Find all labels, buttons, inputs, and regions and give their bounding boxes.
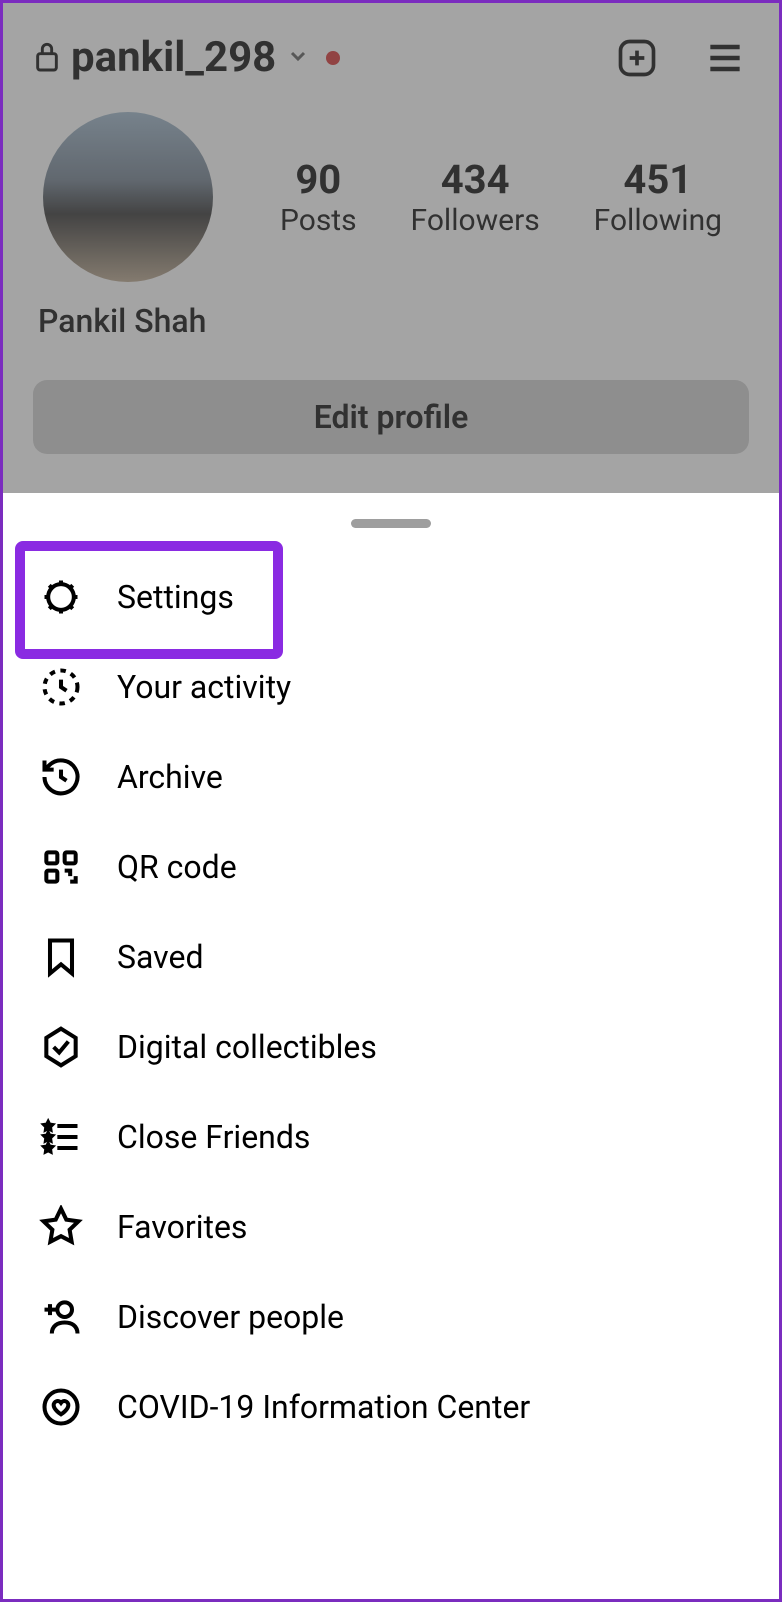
list-star-icon bbox=[39, 1115, 83, 1159]
star-icon bbox=[39, 1205, 83, 1249]
menu-favorites[interactable]: Favorites bbox=[3, 1182, 779, 1272]
add-person-icon bbox=[39, 1295, 83, 1339]
menu-your-activity[interactable]: Your activity bbox=[3, 642, 779, 732]
menu-qr-label: QR code bbox=[117, 848, 237, 886]
menu-close-friends-label: Close Friends bbox=[117, 1118, 310, 1156]
menu-digital-collectibles[interactable]: Digital collectibles bbox=[3, 1002, 779, 1092]
sheet-handle[interactable] bbox=[351, 519, 431, 528]
gear-icon bbox=[39, 575, 83, 619]
menu-discover-people[interactable]: Discover people bbox=[3, 1272, 779, 1362]
qr-icon bbox=[39, 845, 83, 889]
activity-icon bbox=[39, 665, 83, 709]
bottom-sheet: Settings Your activity Archive bbox=[3, 493, 779, 1599]
menu-saved-label: Saved bbox=[117, 938, 203, 976]
menu-settings[interactable]: Settings bbox=[3, 552, 779, 642]
menu-saved[interactable]: Saved bbox=[3, 912, 779, 1002]
menu-favorites-label: Favorites bbox=[117, 1208, 247, 1246]
modal-backdrop[interactable] bbox=[3, 3, 779, 493]
menu-qr-code[interactable]: QR code bbox=[3, 822, 779, 912]
menu-archive-label: Archive bbox=[117, 758, 223, 796]
menu-activity-label: Your activity bbox=[117, 668, 291, 706]
menu-discover-label: Discover people bbox=[117, 1298, 344, 1336]
bookmark-icon bbox=[39, 935, 83, 979]
hexagon-check-icon bbox=[39, 1025, 83, 1069]
menu-covid-info[interactable]: COVID-19 Information Center bbox=[3, 1362, 779, 1452]
menu-archive[interactable]: Archive bbox=[3, 732, 779, 822]
menu-settings-label: Settings bbox=[117, 578, 234, 616]
archive-icon bbox=[39, 755, 83, 799]
menu-covid-label: COVID-19 Information Center bbox=[117, 1388, 530, 1426]
menu-collectibles-label: Digital collectibles bbox=[117, 1028, 377, 1066]
heart-circle-icon bbox=[39, 1385, 83, 1429]
menu-close-friends[interactable]: Close Friends bbox=[3, 1092, 779, 1182]
